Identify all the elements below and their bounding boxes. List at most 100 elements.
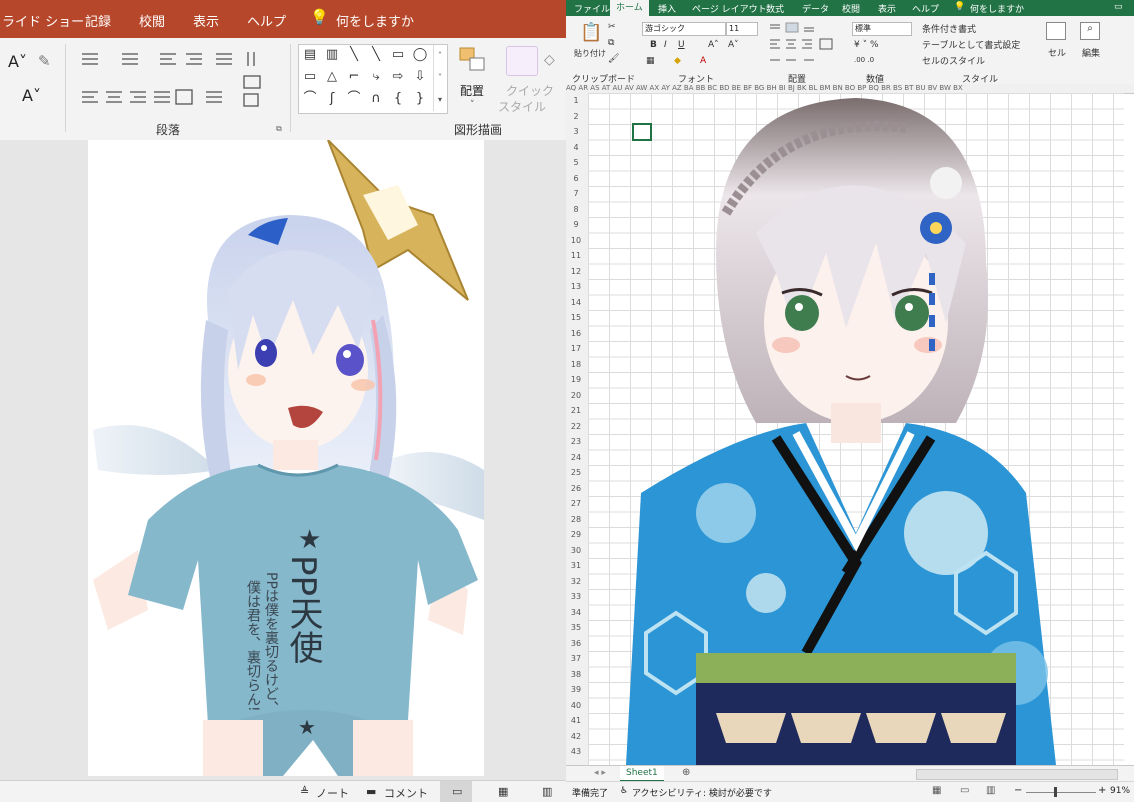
notes-button[interactable]: ノート — [316, 785, 349, 801]
row-header[interactable]: 25 — [566, 468, 586, 477]
row-header[interactable]: 40 — [566, 701, 586, 710]
copy-icon[interactable]: ⧉ — [608, 38, 614, 48]
row-header[interactable]: 18 — [566, 360, 586, 369]
tab-review[interactable]: 校閲 — [842, 2, 860, 15]
arrange-button[interactable]: 配置 — [460, 82, 484, 99]
font-grow-icon[interactable]: A˄ — [708, 40, 719, 50]
italic-button[interactable]: I — [664, 40, 667, 50]
row-header[interactable]: 16 — [566, 329, 586, 338]
tab-help[interactable]: ヘルプ — [912, 2, 939, 15]
tab-review[interactable]: 校閲 — [139, 11, 165, 30]
sheet-tab-sheet1[interactable]: Sheet1 — [620, 766, 664, 782]
row-header[interactable]: 37 — [566, 654, 586, 663]
font-shrink-icon[interactable]: A˅ — [728, 40, 739, 50]
shape-arc-icon[interactable]: ⌒ — [345, 91, 363, 107]
alignment-tools[interactable] — [766, 22, 846, 70]
search-icon[interactable]: ⌕ — [1080, 22, 1100, 40]
currency-icon[interactable]: ¥ ˅ % — [854, 40, 879, 50]
font-size-select[interactable]: 11 — [726, 22, 758, 36]
shape-elbow-arrow-icon[interactable]: ⤷ — [367, 69, 385, 85]
arrange-icon[interactable] — [458, 46, 490, 76]
accessibility-status[interactable]: アクセシビリティ: 検討が必要です — [632, 786, 772, 799]
slide[interactable]: ★ PP天使 PPは僕を裏切るけど、 僕は君を、裏切らん! ★ — [88, 140, 484, 776]
row-header[interactable]: 11 — [566, 251, 586, 260]
lightbulb-icon[interactable]: 💡 — [310, 8, 329, 26]
row-header[interactable]: 36 — [566, 639, 586, 648]
cells-button[interactable]: セル — [1048, 46, 1066, 59]
shape-rect-icon[interactable]: ▭ — [389, 47, 407, 63]
row-header[interactable]: 2 — [566, 112, 586, 121]
paragraph-tools[interactable] — [76, 50, 281, 112]
cell-styles-button[interactable]: セルのスタイル — [922, 54, 985, 67]
shape-elbow-icon[interactable]: ⌐ — [345, 69, 363, 85]
shape-triangle-icon[interactable]: △ — [323, 69, 341, 85]
tab-data[interactable]: データ — [802, 2, 829, 15]
format-painter-icon[interactable]: 🖌 — [608, 54, 619, 64]
zoom-out-icon[interactable]: − — [1014, 785, 1022, 796]
paste-button[interactable]: 貼り付け — [574, 48, 606, 59]
format-as-table-button[interactable]: テーブルとして書式設定 — [922, 38, 1020, 51]
sheet-nav-icon[interactable]: ◂ ▸ — [594, 768, 606, 778]
conditional-format-button[interactable]: 条件付き書式 — [922, 22, 976, 35]
shape-brace-right-icon[interactable]: } — [411, 91, 429, 107]
horizontal-scrollbar[interactable] — [916, 769, 1118, 780]
row-header[interactable]: 14 — [566, 298, 586, 307]
notes-icon[interactable]: ≜ — [300, 785, 309, 798]
tab-home[interactable]: ホーム — [610, 0, 649, 16]
chevron-down-icon[interactable]: ˅ — [470, 100, 475, 110]
clear-format-icon[interactable]: ✎ — [38, 52, 51, 70]
lightbulb-icon[interactable]: 💡 — [954, 2, 965, 12]
shape-gallery[interactable]: ▤ ▥ ╲ ╲ ▭ ◯ ▭ △ ⌐ ⤷ ⇨ ⇩ ⌒ ʃ ⌒ ∩ { } ˄ ˅ ▾ — [298, 44, 448, 114]
underline-button[interactable]: U — [678, 40, 685, 50]
row-header[interactable]: 42 — [566, 732, 586, 741]
row-header[interactable]: 28 — [566, 515, 586, 524]
tab-slideshow[interactable]: ライド ショー — [2, 11, 84, 30]
row-header[interactable]: 24 — [566, 453, 586, 462]
tab-view[interactable]: 表示 — [193, 11, 219, 30]
row-header[interactable]: 27 — [566, 499, 586, 508]
cells-icon[interactable] — [1046, 22, 1066, 40]
row-header[interactable]: 35 — [566, 623, 586, 632]
row-header[interactable]: 19 — [566, 375, 586, 384]
borders-icon[interactable]: ▦ — [646, 56, 655, 66]
shape-right-arrow-icon[interactable]: ⇨ — [389, 69, 407, 85]
shape-curve-icon[interactable]: ∩ — [367, 91, 385, 107]
row-header[interactable]: 34 — [566, 608, 586, 617]
shape-down-arrow-icon[interactable]: ⇩ — [411, 69, 429, 85]
row-header[interactable]: 30 — [566, 546, 586, 555]
normal-view-icon[interactable]: ▭ — [452, 785, 462, 798]
font-size-icon[interactable]: A˅ — [8, 52, 27, 71]
normal-view-icon[interactable]: ▦ — [932, 785, 941, 796]
tell-me-search[interactable]: 何をしますか — [970, 2, 1024, 15]
fill-color-icon[interactable]: ◆ — [674, 56, 681, 66]
row-header[interactable]: 13 — [566, 282, 586, 291]
row-header[interactable]: 12 — [566, 267, 586, 276]
page-layout-icon[interactable]: ▭ — [960, 785, 969, 796]
quick-style-button[interactable]: クイック — [506, 82, 554, 99]
font-name-select[interactable]: 游ゴシック — [642, 22, 726, 36]
row-header[interactable]: 1 — [566, 96, 586, 105]
row-header[interactable]: 17 — [566, 344, 586, 353]
dialog-launcher-icon[interactable]: ⧉ — [276, 124, 282, 134]
tab-help[interactable]: ヘルプ — [247, 11, 286, 30]
row-header[interactable]: 39 — [566, 685, 586, 694]
shape-line-icon[interactable]: ╲ — [345, 47, 363, 63]
row-header[interactable]: 31 — [566, 561, 586, 570]
row-header[interactable]: 3 — [566, 127, 586, 136]
row-header[interactable]: 4 — [566, 143, 586, 152]
fill-icon[interactable]: ◇ — [544, 52, 555, 68]
comment-icon[interactable]: ▬ — [366, 785, 376, 798]
paste-icon[interactable]: 📋 — [580, 22, 602, 43]
zoom-in-icon[interactable]: + — [1098, 785, 1106, 796]
row-header[interactable]: 20 — [566, 391, 586, 400]
row-header[interactable]: 15 — [566, 313, 586, 322]
font-color-icon[interactable]: A — [700, 56, 706, 66]
shape-arrow-line-icon[interactable]: ╲ — [367, 47, 385, 63]
row-header[interactable]: 9 — [566, 220, 586, 229]
comments-icon[interactable]: ▭ — [1114, 2, 1123, 12]
comments-button[interactable]: コメント — [384, 785, 428, 801]
row-header[interactable]: 7 — [566, 189, 586, 198]
row-header[interactable]: 41 — [566, 716, 586, 725]
reading-view-icon[interactable]: ▥ — [542, 785, 552, 798]
edit-button[interactable]: 編集 — [1082, 46, 1100, 59]
